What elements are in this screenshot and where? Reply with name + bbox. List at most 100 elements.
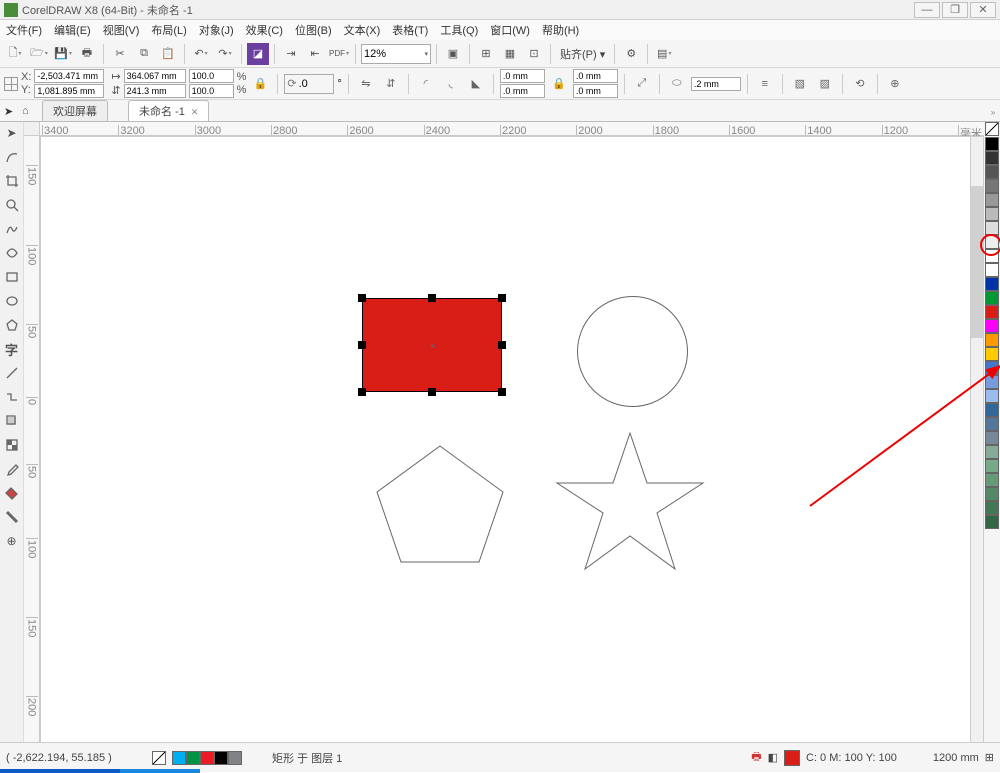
selection-handle[interactable] (358, 341, 366, 349)
x-position-input[interactable] (34, 69, 104, 83)
selection-handle[interactable] (428, 294, 436, 302)
minimize-button[interactable]: — (914, 2, 940, 18)
show-guidelines-button[interactable]: ⊡ (523, 43, 545, 65)
color-swatch[interactable] (985, 389, 999, 403)
color-swatch[interactable] (985, 431, 999, 445)
pdf-button[interactable]: PDF (328, 43, 350, 65)
save-button[interactable]: 💾 (52, 43, 74, 65)
color-swatch[interactable] (985, 375, 999, 389)
mirror-v-button[interactable]: ⇵ (380, 73, 402, 95)
corner-scallop-icon[interactable]: ◟ (440, 73, 462, 95)
export-button[interactable]: ⇤ (304, 43, 326, 65)
doc-color-swatch[interactable] (214, 751, 228, 765)
color-swatch[interactable] (985, 193, 999, 207)
selection-handle[interactable] (498, 388, 506, 396)
pick-tool-icon[interactable]: ➤ (4, 105, 13, 118)
new-button[interactable]: 🗋 (4, 43, 26, 65)
zoom-level-select[interactable]: 12% (361, 44, 431, 64)
show-rulers-button[interactable]: ⊞ (475, 43, 497, 65)
outline-tool[interactable] (3, 508, 21, 526)
zoom-tool[interactable] (3, 196, 21, 214)
paste-button[interactable]: 📋 (157, 43, 179, 65)
palette-collapse-icon[interactable]: » (986, 108, 1000, 120)
redo-button[interactable]: ↷ (214, 43, 236, 65)
color-swatch[interactable] (985, 165, 999, 179)
color-swatch[interactable] (985, 459, 999, 473)
corner-lock-button[interactable]: 🔒 (548, 73, 570, 95)
show-grid-button[interactable]: ▦ (499, 43, 521, 65)
color-swatch[interactable] (985, 207, 999, 221)
undo-button[interactable]: ↶ (190, 43, 212, 65)
canvas[interactable]: × (40, 136, 984, 746)
horizontal-ruler[interactable]: 3400320030002800260024002200200018001600… (40, 122, 984, 136)
doc-color-swatch[interactable] (172, 751, 186, 765)
convert-curves-button[interactable]: ⟲ (849, 73, 871, 95)
mirror-h-button[interactable]: ⇋ (355, 73, 377, 95)
rotation-input[interactable]: .0 (284, 74, 334, 94)
options-button[interactable]: ⚙ (620, 43, 642, 65)
color-swatch[interactable] (985, 333, 999, 347)
connector-tool[interactable] (3, 388, 21, 406)
selection-handle[interactable] (498, 341, 506, 349)
selection-handle[interactable] (498, 294, 506, 302)
freehand-tool[interactable] (3, 220, 21, 238)
corner-tr-input[interactable] (573, 69, 618, 83)
color-swatch[interactable] (985, 487, 999, 501)
doc-palette-none[interactable] (152, 751, 166, 765)
outline-width-input[interactable] (691, 77, 741, 91)
color-swatch[interactable] (985, 277, 999, 291)
color-swatch[interactable] (985, 515, 999, 529)
selection-handle[interactable] (358, 388, 366, 396)
color-swatch[interactable] (985, 347, 999, 361)
menu-text[interactable]: 文本(X) (344, 22, 381, 38)
color-swatch[interactable] (985, 319, 999, 333)
menu-window[interactable]: 窗口(W) (490, 22, 530, 38)
to-back-button[interactable]: ▨ (814, 73, 836, 95)
fullscreen-button[interactable]: ▣ (442, 43, 464, 65)
menu-object[interactable]: 对象(J) (199, 22, 234, 38)
ellipse-tool[interactable] (3, 292, 21, 310)
menu-layout[interactable]: 布局(L) (151, 22, 186, 38)
width-input[interactable] (124, 69, 186, 83)
color-swatch[interactable] (985, 151, 999, 165)
menu-tools[interactable]: 工具(Q) (440, 22, 478, 38)
corner-tl-input[interactable] (500, 69, 545, 83)
color-swatch[interactable] (985, 179, 999, 193)
relative-scale-button[interactable]: ⤢ (631, 73, 653, 95)
search-content-button[interactable]: ◪ (247, 43, 269, 65)
quick-customize-tool[interactable]: ⊕ (3, 532, 21, 550)
color-swatch[interactable] (985, 501, 999, 515)
vertical-ruler[interactable]: 15010050050100150200 (24, 136, 40, 746)
artistic-media-tool[interactable] (3, 244, 21, 262)
menu-effects[interactable]: 效果(C) (246, 22, 283, 38)
star-shape[interactable] (555, 431, 705, 576)
corner-round-icon[interactable]: ◜ (415, 73, 437, 95)
color-swatch[interactable] (985, 249, 999, 263)
rectangle-tool[interactable] (3, 268, 21, 286)
color-swatch[interactable] (985, 235, 999, 249)
selection-handle[interactable] (428, 388, 436, 396)
object-origin-icon[interactable] (4, 77, 18, 91)
shape-tool[interactable] (3, 148, 21, 166)
transparency-tool[interactable] (3, 436, 21, 454)
corner-br-input[interactable] (573, 84, 618, 98)
menu-view[interactable]: 视图(V) (103, 22, 140, 38)
tab-welcome[interactable]: 欢迎屏幕 (42, 100, 108, 121)
snap-label[interactable]: 贴齐(P) ▾ (556, 46, 609, 62)
color-swatch[interactable] (985, 361, 999, 375)
scale-x-input[interactable] (189, 69, 234, 83)
doc-color-swatch[interactable] (228, 751, 242, 765)
ruler-origin[interactable] (24, 122, 40, 136)
menu-file[interactable]: 文件(F) (6, 22, 42, 38)
corner-bl-input[interactable] (500, 84, 545, 98)
doc-color-swatch[interactable] (186, 751, 200, 765)
printer-icon[interactable]: 🖶 (751, 748, 761, 767)
fill-tool[interactable] (3, 484, 21, 502)
text-tool[interactable]: 字 (3, 340, 21, 358)
selection-handle[interactable] (358, 294, 366, 302)
launch-app-button[interactable]: ▤ (653, 43, 675, 65)
fill-swatch[interactable] (784, 750, 800, 766)
color-swatch[interactable] (985, 291, 999, 305)
eyedropper-tool[interactable] (3, 460, 21, 478)
menu-help[interactable]: 帮助(H) (542, 22, 579, 38)
